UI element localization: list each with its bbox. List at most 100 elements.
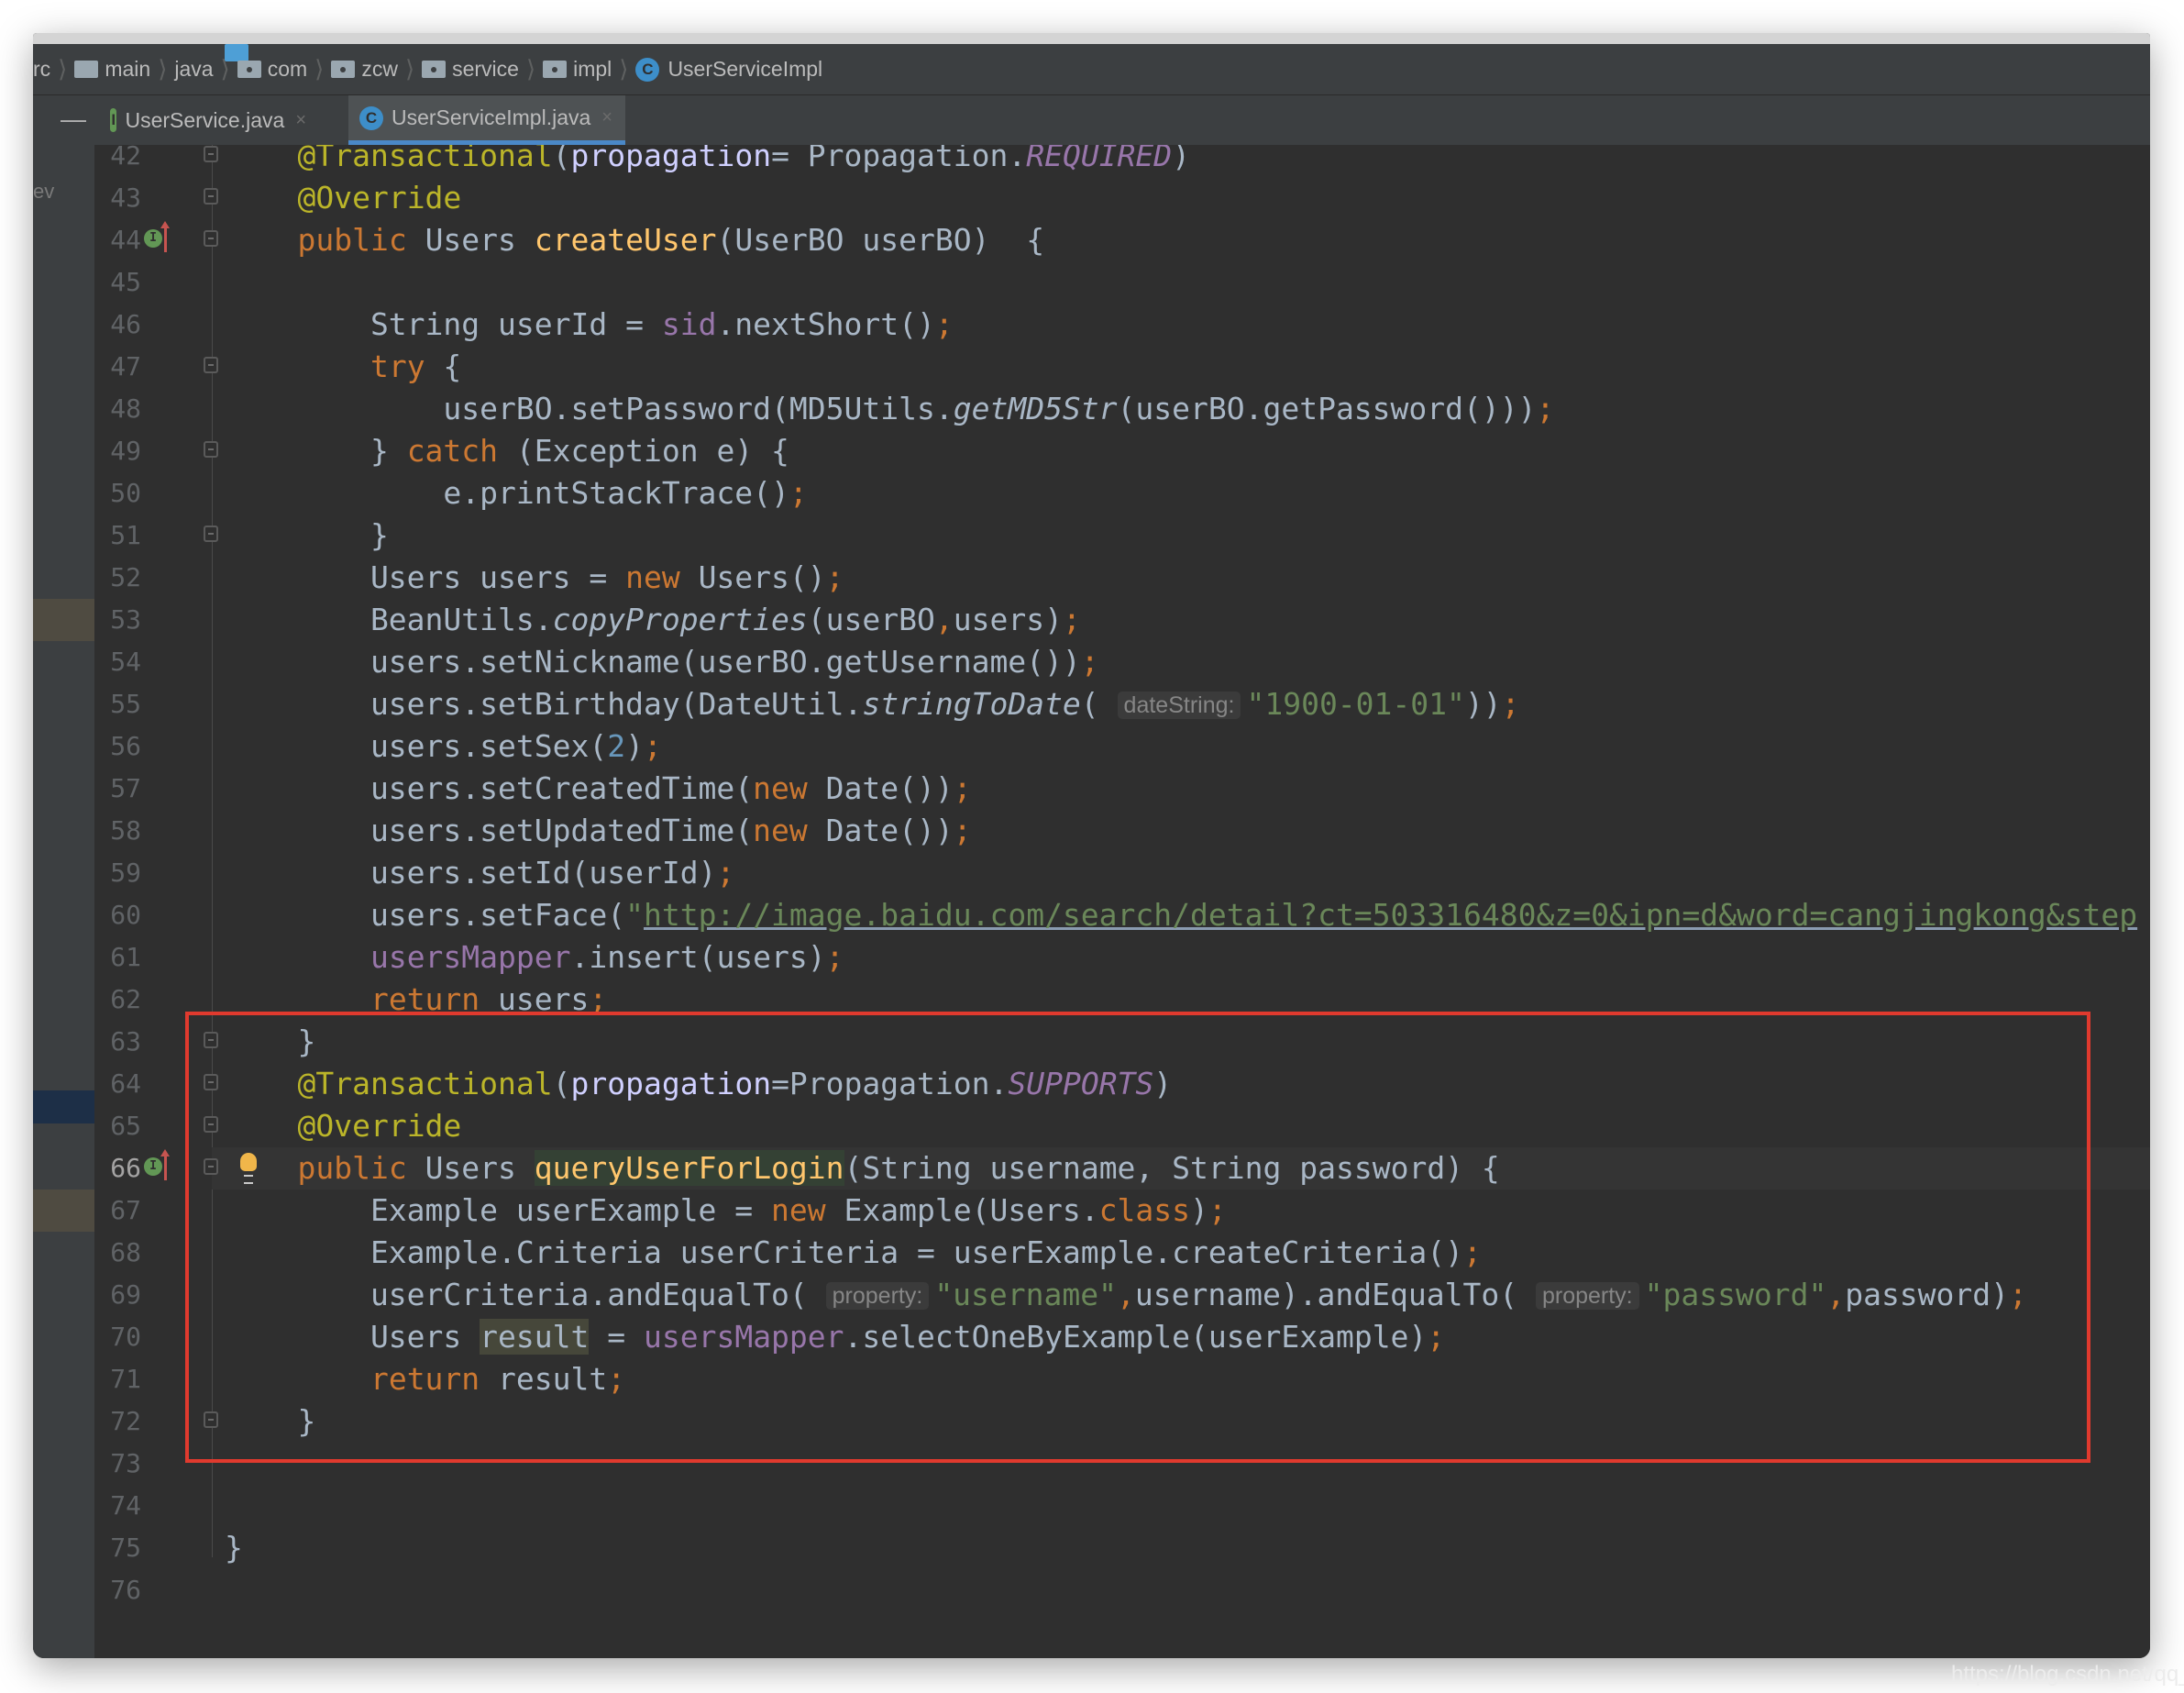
code-line[interactable]: 64 @Transactional(propagation=Propagatio… <box>33 1063 2150 1105</box>
line-number[interactable]: 67 <box>94 1190 141 1232</box>
code-line[interactable]: 68 Example.Criteria userCriteria = userE… <box>33 1232 2150 1274</box>
implements-method-icon[interactable]: I <box>144 1157 162 1176</box>
code-line[interactable]: 43 @Override <box>33 177 2150 219</box>
line-number[interactable]: 57 <box>94 768 141 810</box>
line-number[interactable]: 48 <box>94 388 141 430</box>
code-line[interactable]: 42 @Transactional(propagation= Propagati… <box>33 145 2150 177</box>
tab-userserviceimpl-java[interactable]: C UserServiceImpl.java × <box>348 95 625 145</box>
breadcrumb-item[interactable]: ⟩ service <box>398 55 519 83</box>
code-line[interactable]: 69 userCriteria.andEqualTo( property: "us… <box>33 1274 2150 1316</box>
code-line[interactable]: 60 users.setFace("http://image.baidu.com… <box>33 894 2150 936</box>
code-editor[interactable]: ev 42 @Transactional(propagation= Propag… <box>33 145 2150 1658</box>
code-line[interactable]: 52 Users users = new Users(); <box>33 557 2150 599</box>
fold-toggle-icon[interactable] <box>204 230 218 247</box>
fold-toggle-icon[interactable] <box>204 1411 218 1428</box>
fold-toggle-icon[interactable] <box>204 526 218 542</box>
fold-toggle-icon[interactable] <box>204 1074 218 1090</box>
code-line[interactable]: 48 userBO.setPassword(MD5Utils.getMD5Str… <box>33 388 2150 430</box>
code-line[interactable]: 71 return result; <box>33 1358 2150 1400</box>
line-number[interactable]: 45 <box>94 261 141 304</box>
static-method-call: stringToDate <box>862 686 1081 722</box>
line-number[interactable]: 76 <box>94 1569 141 1611</box>
tab-userservice-java[interactable]: I UserService.java × <box>99 95 317 145</box>
breadcrumb-item[interactable]: ⟩ java <box>150 44 248 83</box>
go-to-interface-arrow-icon[interactable] <box>160 1149 170 1180</box>
line-number[interactable]: 44 <box>94 219 141 261</box>
line-number[interactable]: 70 <box>94 1316 141 1358</box>
implements-method-icon[interactable]: I <box>144 229 162 248</box>
breadcrumb-item[interactable]: ⟩ main <box>50 55 150 83</box>
line-number[interactable]: 47 <box>94 346 141 388</box>
breadcrumb-item[interactable]: ⟩ impl <box>519 55 612 83</box>
line-number[interactable]: 68 <box>94 1232 141 1274</box>
line-number[interactable]: 61 <box>94 936 141 979</box>
line-number[interactable]: 72 <box>94 1400 141 1443</box>
code-line[interactable]: 54 users.setNickname(userBO.getUsername(… <box>33 641 2150 683</box>
fold-toggle-icon[interactable] <box>204 357 218 373</box>
line-number[interactable]: 52 <box>94 557 141 599</box>
code-line[interactable]: 55 users.setBirthday(DateUtil.stringToDa… <box>33 683 2150 725</box>
breadcrumb-item[interactable]: ⟩ C UserServiceImpl <box>612 55 822 83</box>
line-number[interactable]: 43 <box>94 177 141 219</box>
code-line[interactable]: 72 } <box>33 1400 2150 1443</box>
code-line[interactable]: 61 usersMapper.insert(users); <box>33 936 2150 979</box>
line-number[interactable]: 60 <box>94 894 141 936</box>
code-line[interactable]: 65 @Override <box>33 1105 2150 1147</box>
fold-toggle-icon[interactable] <box>204 441 218 458</box>
line-number[interactable]: 42 <box>94 145 141 177</box>
breadcrumb-item[interactable]: ⟩ zcw <box>307 55 398 83</box>
code-line[interactable]: 76 <box>33 1569 2150 1611</box>
code-line[interactable]: 53 BeanUtils.copyProperties(userBO,users… <box>33 599 2150 641</box>
line-number[interactable]: 62 <box>94 979 141 1021</box>
code-line[interactable]: 51 } <box>33 515 2150 557</box>
code-line[interactable]: 74 <box>33 1485 2150 1527</box>
line-number[interactable]: 50 <box>94 472 141 515</box>
line-number[interactable]: 55 <box>94 683 141 725</box>
line-number[interactable]: 65 <box>94 1105 141 1147</box>
line-number[interactable]: 59 <box>94 852 141 894</box>
line-number[interactable]: 49 <box>94 430 141 472</box>
line-number[interactable]: 74 <box>94 1485 141 1527</box>
close-tab-icon[interactable]: × <box>601 107 612 128</box>
line-number[interactable]: 58 <box>94 810 141 852</box>
collapse-tabs-button[interactable]: — <box>61 105 86 134</box>
code-line[interactable]: 62 return users; <box>33 979 2150 1021</box>
fold-toggle-icon[interactable] <box>204 188 218 205</box>
code-line[interactable]: 56 users.setSex(2); <box>33 725 2150 768</box>
line-number[interactable]: 56 <box>94 725 141 768</box>
code-line[interactable]: 67 Example userExample = new Example(Use… <box>33 1190 2150 1232</box>
code-line[interactable]: 45 <box>33 261 2150 304</box>
code-line[interactable]: 46 String userId = sid.nextShort(); <box>33 304 2150 346</box>
code-line[interactable]: 66 I public Users queryUserForLogin(Strin… <box>33 1147 2150 1190</box>
fold-toggle-icon[interactable] <box>204 1032 218 1048</box>
fold-toggle-icon[interactable] <box>204 146 218 162</box>
code-line[interactable]: 49 } catch (Exception e) { <box>33 430 2150 472</box>
line-number[interactable]: 75 <box>94 1527 141 1569</box>
line-number[interactable]: 53 <box>94 599 141 641</box>
close-tab-icon[interactable]: × <box>295 110 306 131</box>
code-line[interactable]: 70 Users result = usersMapper.selectOneB… <box>33 1316 2150 1358</box>
code-line[interactable]: 50 e.printStackTrace(); <box>33 472 2150 515</box>
code-content: users.setNickname(userBO.getUsername()); <box>225 641 1099 683</box>
line-number[interactable]: 46 <box>94 304 141 346</box>
code-line[interactable]: 75} <box>33 1527 2150 1569</box>
breadcrumb-item[interactable]: rc <box>33 57 50 82</box>
code-line[interactable]: 58 users.setUpdatedTime(new Date()); <box>33 810 2150 852</box>
code-line[interactable]: 44 I public Users createUser(UserBO userB… <box>33 219 2150 261</box>
line-number[interactable]: 66 <box>94 1147 141 1190</box>
fold-toggle-icon[interactable] <box>204 1116 218 1133</box>
go-to-interface-arrow-icon[interactable] <box>160 221 170 252</box>
line-number[interactable]: 73 <box>94 1443 141 1485</box>
line-number[interactable]: 64 <box>94 1063 141 1105</box>
line-number[interactable]: 54 <box>94 641 141 683</box>
fold-toggle-icon[interactable] <box>204 1158 218 1175</box>
line-number[interactable]: 71 <box>94 1358 141 1400</box>
code-line[interactable]: 63 } <box>33 1021 2150 1063</box>
line-number[interactable]: 51 <box>94 515 141 557</box>
line-number[interactable]: 63 <box>94 1021 141 1063</box>
code-line[interactable]: 59 users.setId(userId); <box>33 852 2150 894</box>
line-number[interactable]: 69 <box>94 1274 141 1316</box>
code-line[interactable]: 57 users.setCreatedTime(new Date()); <box>33 768 2150 810</box>
code-line[interactable]: 73 <box>33 1443 2150 1485</box>
code-line[interactable]: 47 try { <box>33 346 2150 388</box>
